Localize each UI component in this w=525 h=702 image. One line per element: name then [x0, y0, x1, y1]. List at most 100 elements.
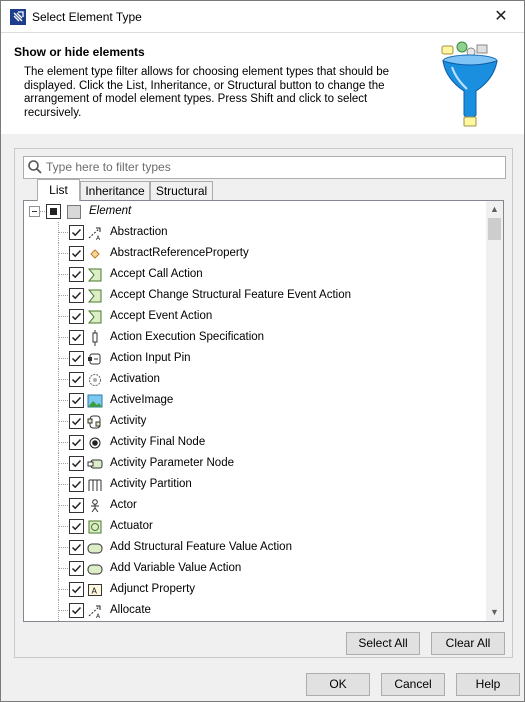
vertical-scrollbar[interactable]: ▲ ▼ [486, 201, 503, 621]
item-checkbox[interactable] [69, 477, 84, 492]
accept-action-icon [87, 288, 103, 304]
abstraction-icon: A [87, 225, 103, 242]
search-input[interactable] [46, 158, 496, 175]
item-label: Abstraction [110, 226, 168, 238]
item-checkbox[interactable] [69, 372, 84, 387]
action-icon [87, 540, 103, 556]
item-label: Activity Partition [110, 478, 192, 490]
item-checkbox[interactable] [69, 393, 84, 408]
svg-text:A: A [92, 587, 98, 596]
header-description: The element type filter allows for choos… [24, 66, 390, 119]
final-node-icon [87, 435, 103, 451]
tree-item-row[interactable]: Action Input Pin [24, 348, 485, 369]
search-box[interactable] [23, 156, 506, 179]
item-label: Action Input Pin [110, 352, 191, 364]
element-type-tree: Element A Abstraction AbstractReferencePro… [23, 200, 504, 622]
item-checkbox[interactable] [69, 435, 84, 450]
tree-item-row[interactable]: Activity Parameter Node [24, 453, 485, 474]
tree-item-row[interactable]: Activity Partition [24, 474, 485, 495]
item-label: Accept Change Structural Feature Event A… [110, 289, 351, 301]
item-label: Activity [110, 415, 147, 427]
tree-rows: Element A Abstraction AbstractReferencePro… [24, 201, 485, 621]
item-checkbox[interactable] [69, 225, 84, 240]
activity-icon [87, 414, 103, 430]
item-label: Accept Call Action [110, 268, 203, 280]
dialog-footer: OK Cancel Help [1, 668, 524, 701]
item-checkbox[interactable] [69, 498, 84, 513]
title-bar[interactable]: Select Element Type ✕ [1, 1, 524, 32]
item-checkbox[interactable] [69, 288, 84, 303]
item-checkbox[interactable] [69, 309, 84, 324]
tree-item-row[interactable]: Add Variable Value Action [24, 558, 485, 579]
actor-icon [87, 498, 103, 514]
tree-item-row[interactable]: Accept Event Action [24, 306, 485, 327]
tree-item-row[interactable]: A Abstraction [24, 222, 485, 243]
select-all-button[interactable]: Select All [346, 632, 420, 655]
help-button[interactable]: Help [456, 673, 520, 696]
scroll-thumb[interactable] [488, 218, 501, 240]
header-title: Show or hide elements [14, 45, 145, 59]
item-checkbox[interactable] [69, 603, 84, 618]
item-checkbox[interactable] [69, 330, 84, 345]
scroll-down-icon[interactable]: ▼ [486, 604, 503, 621]
input-pin-icon [87, 351, 103, 367]
item-checkbox[interactable] [69, 519, 84, 534]
clear-all-button[interactable]: Clear All [431, 632, 505, 655]
partition-icon [87, 477, 103, 493]
item-label: Activity Parameter Node [110, 457, 234, 469]
tree-item-row[interactable]: ActiveImage [24, 390, 485, 411]
item-checkbox[interactable] [69, 414, 84, 429]
ok-button[interactable]: OK [306, 673, 370, 696]
item-checkbox[interactable] [69, 582, 84, 597]
item-label: Add Structural Feature Value Action [110, 541, 292, 553]
item-checkbox[interactable] [69, 561, 84, 576]
root-label: Element [89, 205, 132, 217]
tree-item-row[interactable]: Actuator [24, 516, 485, 537]
main-area: List Inheritance Structural E [1, 134, 524, 668]
close-icon[interactable]: ✕ [478, 1, 524, 32]
dialog-header: Show or hide elements The element type f… [1, 32, 524, 135]
item-checkbox[interactable] [69, 267, 84, 282]
tree-item-row[interactable]: Accept Call Action [24, 264, 485, 285]
item-label: Accept Event Action [110, 310, 213, 322]
select-element-type-dialog: Select Element Type ✕ Show or hide eleme… [0, 0, 525, 702]
item-checkbox[interactable] [69, 351, 84, 366]
item-checkbox[interactable] [69, 540, 84, 555]
tree-item-row[interactable]: AbstractReferenceProperty [24, 243, 485, 264]
item-label: AbstractReferenceProperty [110, 247, 249, 259]
tree-item-row[interactable]: Actor [24, 495, 485, 516]
tab-inheritance[interactable]: Inheritance [80, 181, 150, 200]
tree-item-row[interactable]: Activity [24, 411, 485, 432]
execution-spec-icon [87, 330, 103, 346]
tree-item-row[interactable]: Accept Change Structural Feature Event A… [24, 285, 485, 306]
tree-root-row[interactable]: Element [24, 201, 485, 222]
tab-structural[interactable]: Structural [150, 181, 213, 200]
item-checkbox[interactable] [69, 246, 84, 261]
tree-item-row[interactable]: A Allocate [24, 600, 485, 621]
adjunct-property-icon: A [87, 582, 103, 598]
svg-text:A: A [96, 613, 101, 619]
accept-action-icon [87, 309, 103, 325]
tab-list[interactable]: List [37, 179, 80, 201]
action-icon [87, 561, 103, 577]
search-icon [28, 160, 42, 174]
item-label: Activation [110, 373, 160, 385]
item-label: Allocate [110, 604, 151, 616]
tree-item-row[interactable]: Activity Final Node [24, 432, 485, 453]
svg-text:A: A [96, 235, 101, 241]
tree-item-row[interactable]: Add Structural Feature Value Action [24, 537, 485, 558]
item-label: Actuator [110, 520, 153, 532]
activation-icon [87, 372, 103, 388]
item-label: Adjunct Property [110, 583, 196, 595]
tree-item-row[interactable]: A Adjunct Property [24, 579, 485, 600]
root-checkbox[interactable] [46, 204, 61, 219]
cancel-button[interactable]: Cancel [381, 673, 445, 696]
tree-item-row[interactable]: Activation [24, 369, 485, 390]
tree-connector [39, 211, 45, 212]
item-label: Action Execution Specification [110, 331, 265, 343]
image-icon [87, 393, 103, 409]
item-checkbox[interactable] [69, 456, 84, 471]
tree-item-row[interactable]: Action Execution Specification [24, 327, 485, 348]
scroll-up-icon[interactable]: ▲ [486, 201, 503, 218]
filter-panel: List Inheritance Structural E [14, 148, 513, 658]
